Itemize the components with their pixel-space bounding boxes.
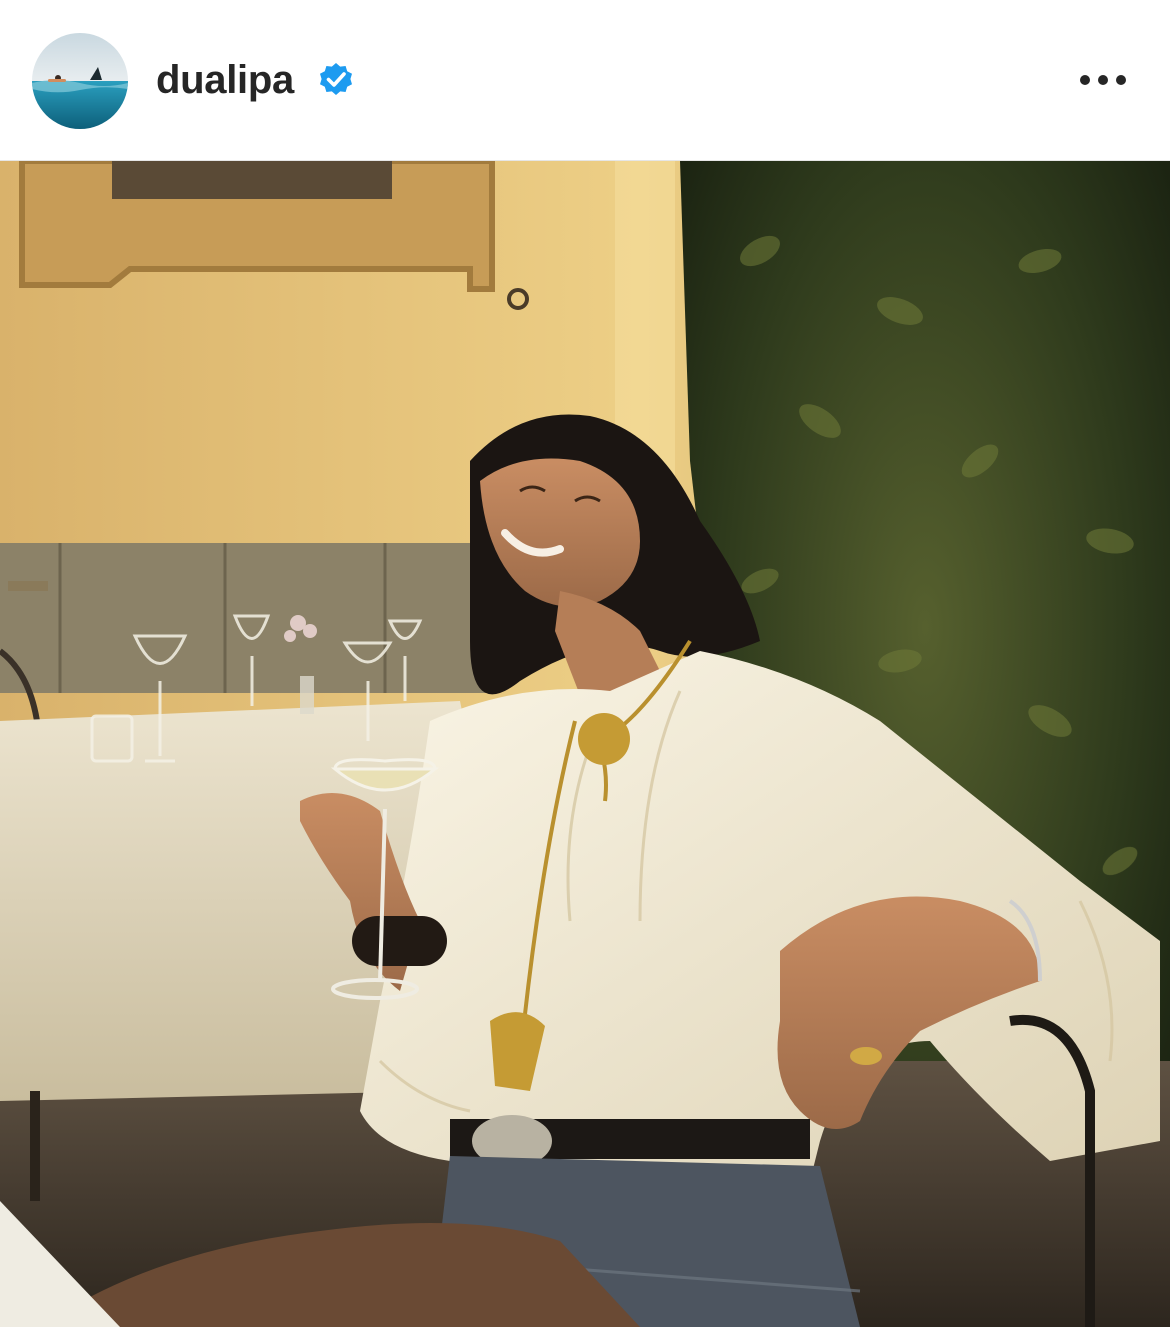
more-dot	[1098, 75, 1108, 85]
post-photo[interactable]	[0, 160, 1170, 1327]
post-image	[0, 161, 1170, 1327]
more-dot	[1080, 75, 1090, 85]
avatar[interactable]	[32, 33, 128, 129]
avatar-image	[32, 33, 128, 129]
verified-badge-icon	[316, 59, 356, 99]
more-options-icon[interactable]	[1070, 60, 1136, 100]
more-dot	[1116, 75, 1126, 85]
username[interactable]: dualipa	[156, 56, 294, 104]
post-header: dualipa	[0, 0, 1170, 160]
